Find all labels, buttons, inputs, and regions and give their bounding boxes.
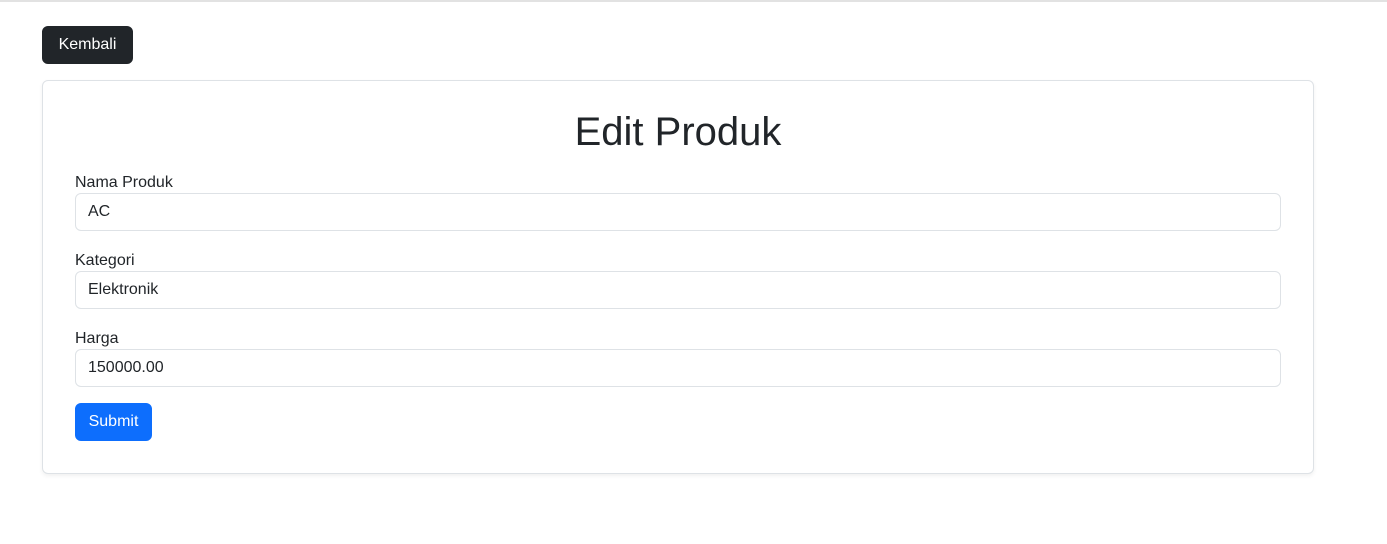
- price-label: Harga: [75, 330, 119, 347]
- price-input[interactable]: [75, 349, 1281, 387]
- category-label: Kategori: [75, 252, 135, 269]
- edit-product-card: Edit Produk Nama Produk Kategori Harga S…: [42, 80, 1314, 474]
- page-title: Edit Produk: [574, 110, 782, 154]
- category-input[interactable]: [75, 271, 1281, 309]
- submit-button[interactable]: Submit: [75, 403, 152, 441]
- product-name-label: Nama Produk: [75, 174, 173, 191]
- top-divider: [0, 0, 1387, 2]
- back-button[interactable]: Kembali: [42, 26, 133, 64]
- product-name-input[interactable]: [75, 193, 1281, 231]
